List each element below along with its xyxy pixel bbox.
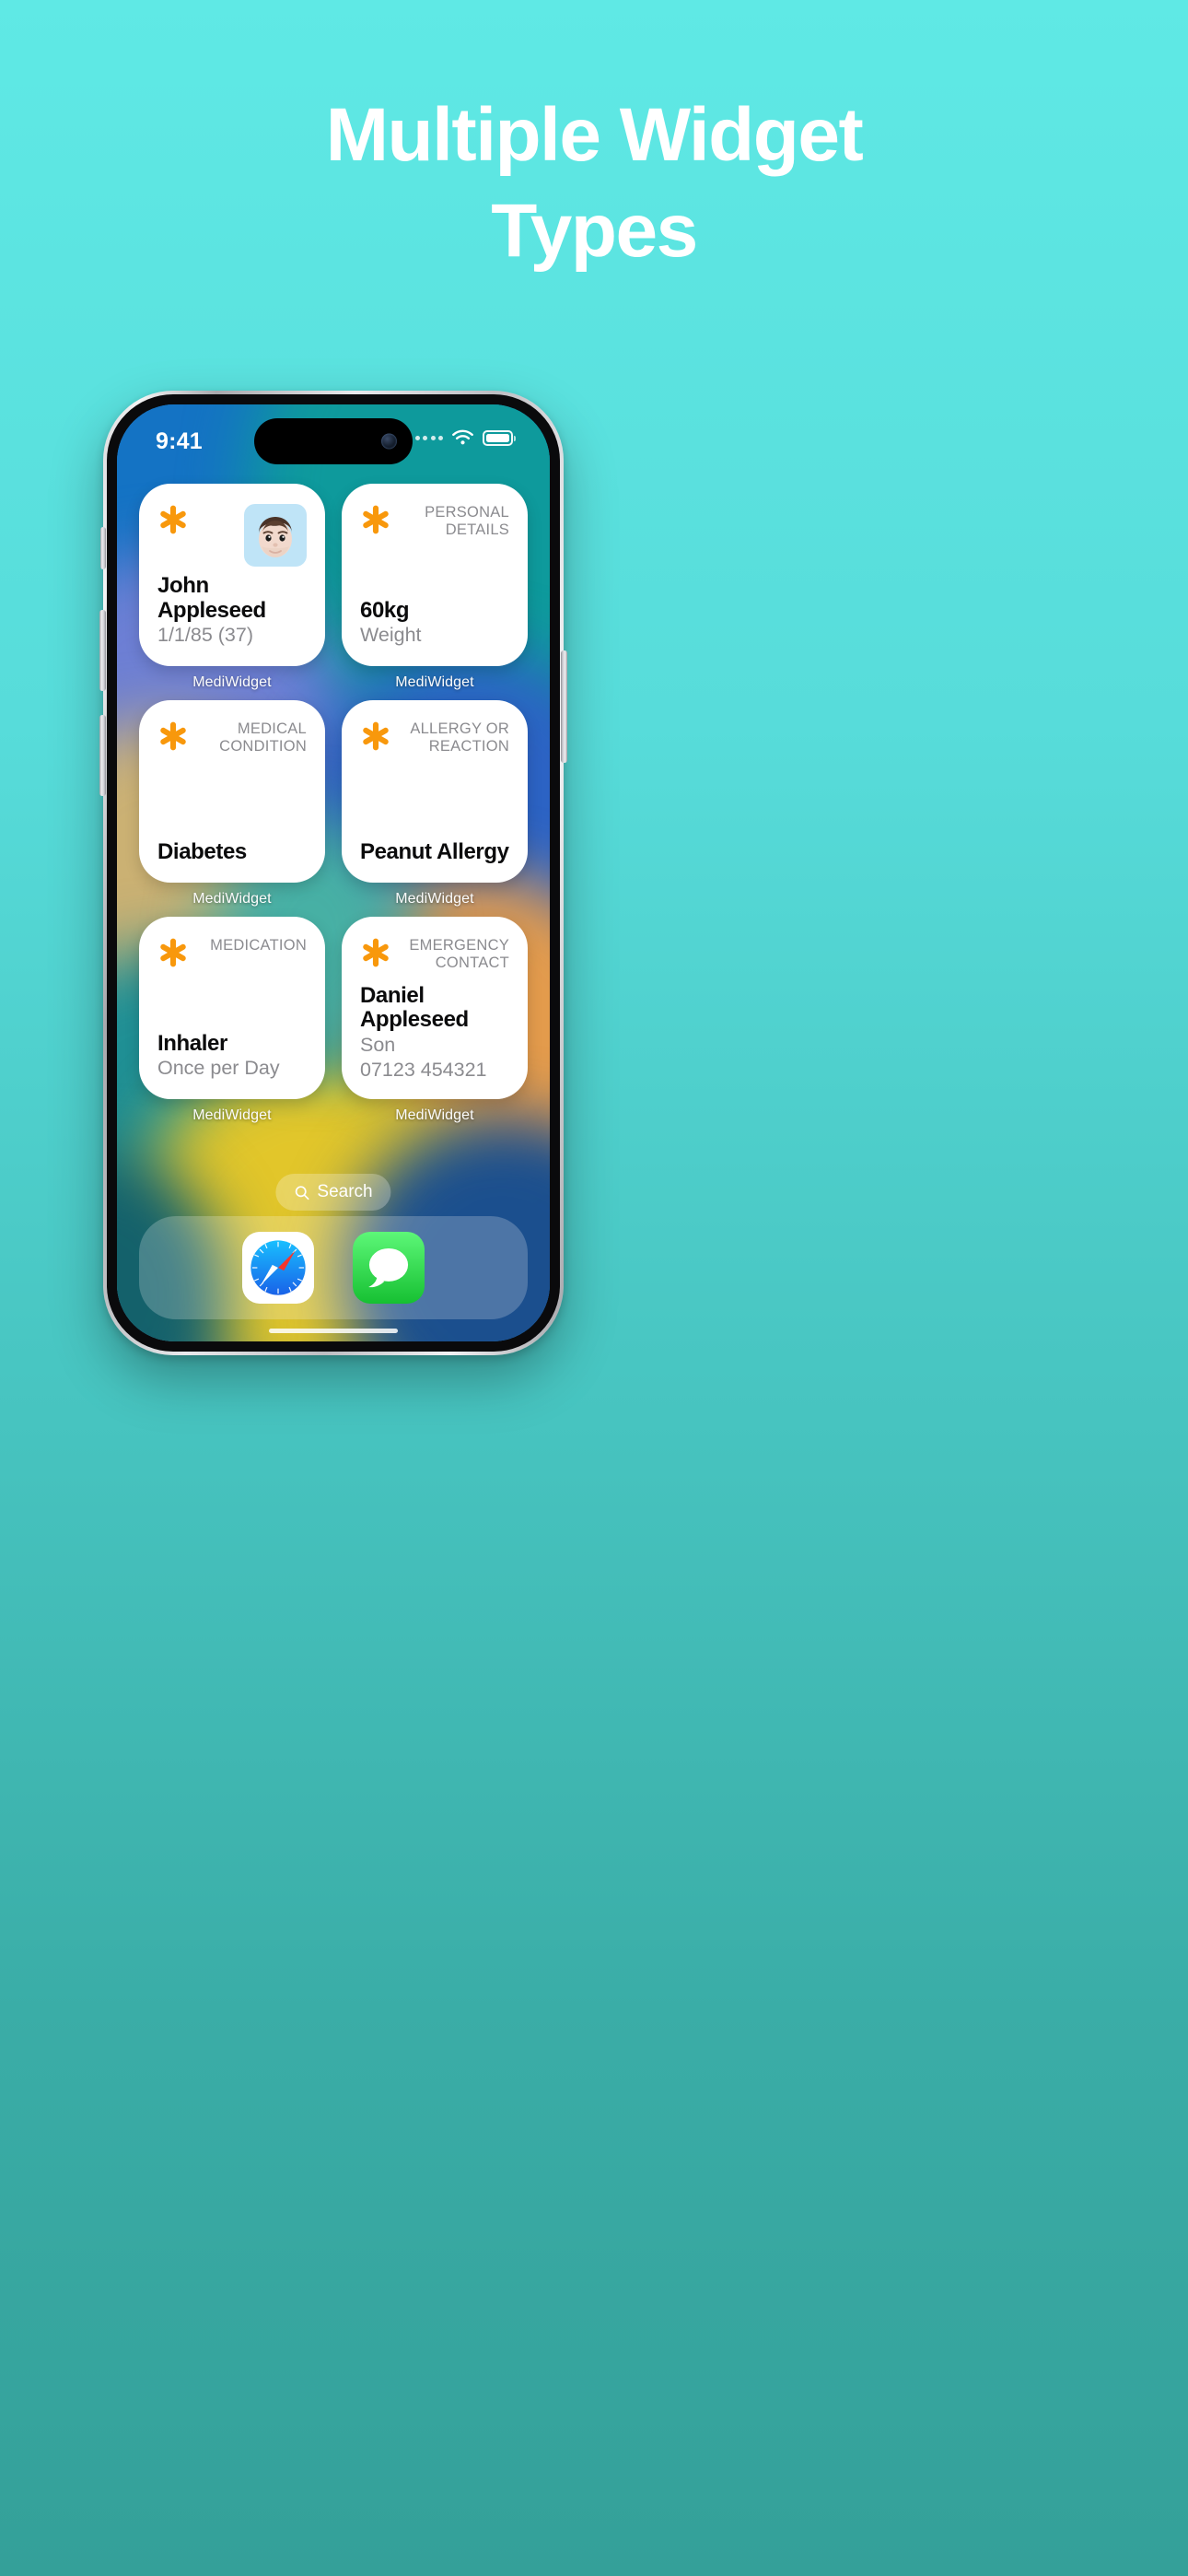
search-label: Search <box>317 1182 373 1201</box>
widget-subtitle: Weight <box>360 624 422 647</box>
widget-category: MEDICAL CONDITION <box>219 720 307 755</box>
asterisk-icon <box>363 505 389 534</box>
volume-down-button[interactable] <box>99 715 106 796</box>
widget-header <box>157 504 307 567</box>
volume-up-button[interactable] <box>99 610 106 691</box>
asterisk-icon <box>160 505 186 534</box>
widget-title: 60kg <box>360 597 410 623</box>
widget-title: Peanut Allergy <box>360 838 509 864</box>
memoji-avatar <box>244 504 307 567</box>
widget-body: 60kg Weight <box>360 597 509 648</box>
cellular-dots-icon <box>414 436 443 440</box>
asterisk-icon <box>363 721 389 751</box>
phone-screen: 9:41 John Appleseed 1/1/85 (37) MediWidg… <box>117 404 550 1341</box>
widget-body: John Appleseed 1/1/85 (37) <box>157 574 307 648</box>
widget-app-label: MediWidget <box>395 1107 474 1123</box>
asterisk-icon <box>160 721 186 751</box>
widget-cell: MEDICATION Inhaler Once per Day MediWidg… <box>139 917 325 1124</box>
widget-app-label: MediWidget <box>192 674 272 690</box>
widget-cell: John Appleseed 1/1/85 (37) MediWidget <box>139 484 325 691</box>
widget-header: MEDICATION <box>157 937 307 968</box>
front-camera-icon <box>381 433 397 450</box>
widget-header: EMERGENCY CONTACT <box>360 937 509 973</box>
widget-medical-condition[interactable]: MEDICAL CONDITION Diabetes <box>139 700 325 883</box>
widget-body: Daniel Appleseed Son 07123 454321 <box>360 982 509 1082</box>
widget-subtitle: Once per Day <box>157 1057 280 1080</box>
widget-personal-profile[interactable]: John Appleseed 1/1/85 (37) <box>139 484 325 666</box>
asterisk-icon <box>363 938 389 967</box>
widget-header: MEDICAL CONDITION <box>157 720 307 756</box>
home-indicator <box>269 1329 398 1333</box>
page-title-line-1: Multiple Widget <box>325 93 864 177</box>
widget-title: Diabetes <box>157 838 247 864</box>
widget-category: ALLERGY OR REACTION <box>410 720 509 755</box>
widget-cell: PERSONAL DETAILS 60kg Weight MediWidget <box>342 484 528 691</box>
widget-grid: John Appleseed 1/1/85 (37) MediWidget PE… <box>117 484 550 1124</box>
widget-title: John Appleseed <box>157 573 266 623</box>
wifi-icon <box>452 429 473 445</box>
widget-subtitle: 1/1/85 (37) <box>157 624 253 647</box>
status-bar-time: 9:41 <box>156 428 203 454</box>
search-button[interactable]: Search <box>275 1174 391 1211</box>
widget-emergency-contact[interactable]: EMERGENCY CONTACT Daniel Appleseed Son 0… <box>342 917 528 1099</box>
widget-personal-details[interactable]: PERSONAL DETAILS 60kg Weight <box>342 484 528 666</box>
power-button[interactable] <box>561 650 567 763</box>
widget-medication[interactable]: MEDICATION Inhaler Once per Day <box>139 917 325 1099</box>
widget-header: PERSONAL DETAILS <box>360 504 509 540</box>
widget-phone-number: 07123 454321 <box>360 1058 487 1081</box>
widget-allergy-or-reaction[interactable]: ALLERGY OR REACTION Peanut Allergy <box>342 700 528 883</box>
battery-full-icon <box>483 430 513 446</box>
page-title-line-2: Types <box>491 189 698 273</box>
widget-cell: EMERGENCY CONTACT Daniel Appleseed Son 0… <box>342 917 528 1124</box>
phone-bezel: 9:41 John Appleseed 1/1/85 (37) MediWidg… <box>107 394 560 1352</box>
safari-icon[interactable] <box>242 1232 314 1304</box>
silent-switch[interactable] <box>100 527 106 569</box>
widget-body: Diabetes <box>157 838 307 864</box>
asterisk-icon <box>160 938 186 967</box>
widget-cell: ALLERGY OR REACTION Peanut Allergy MediW… <box>342 700 528 907</box>
widget-category: EMERGENCY CONTACT <box>409 937 509 972</box>
widget-title: Inhaler <box>157 1030 227 1056</box>
dock <box>139 1216 528 1319</box>
widget-body: Peanut Allergy <box>360 838 509 864</box>
widget-cell: MEDICAL CONDITION Diabetes MediWidget <box>139 700 325 907</box>
widget-app-label: MediWidget <box>395 891 474 907</box>
widget-app-label: MediWidget <box>395 674 474 690</box>
widget-category: MEDICATION <box>210 937 307 954</box>
status-bar: 9:41 <box>117 404 550 473</box>
widget-app-label: MediWidget <box>192 891 272 907</box>
widget-header: ALLERGY OR REACTION <box>360 720 509 756</box>
search-icon <box>295 1185 309 1200</box>
widget-category: PERSONAL DETAILS <box>425 504 509 539</box>
widget-body: Inhaler Once per Day <box>157 1030 307 1081</box>
widget-relationship: Son <box>360 1033 396 1056</box>
phone-mockup: 9:41 John Appleseed 1/1/85 (37) MediWidg… <box>99 391 567 1355</box>
dynamic-island <box>254 418 413 464</box>
widget-app-label: MediWidget <box>192 1107 272 1123</box>
status-bar-indicators <box>414 429 513 447</box>
page-title: Multiple Widget Types <box>0 98 1188 269</box>
widget-title: Daniel Appleseed <box>360 982 469 1033</box>
messages-icon[interactable] <box>353 1232 425 1304</box>
